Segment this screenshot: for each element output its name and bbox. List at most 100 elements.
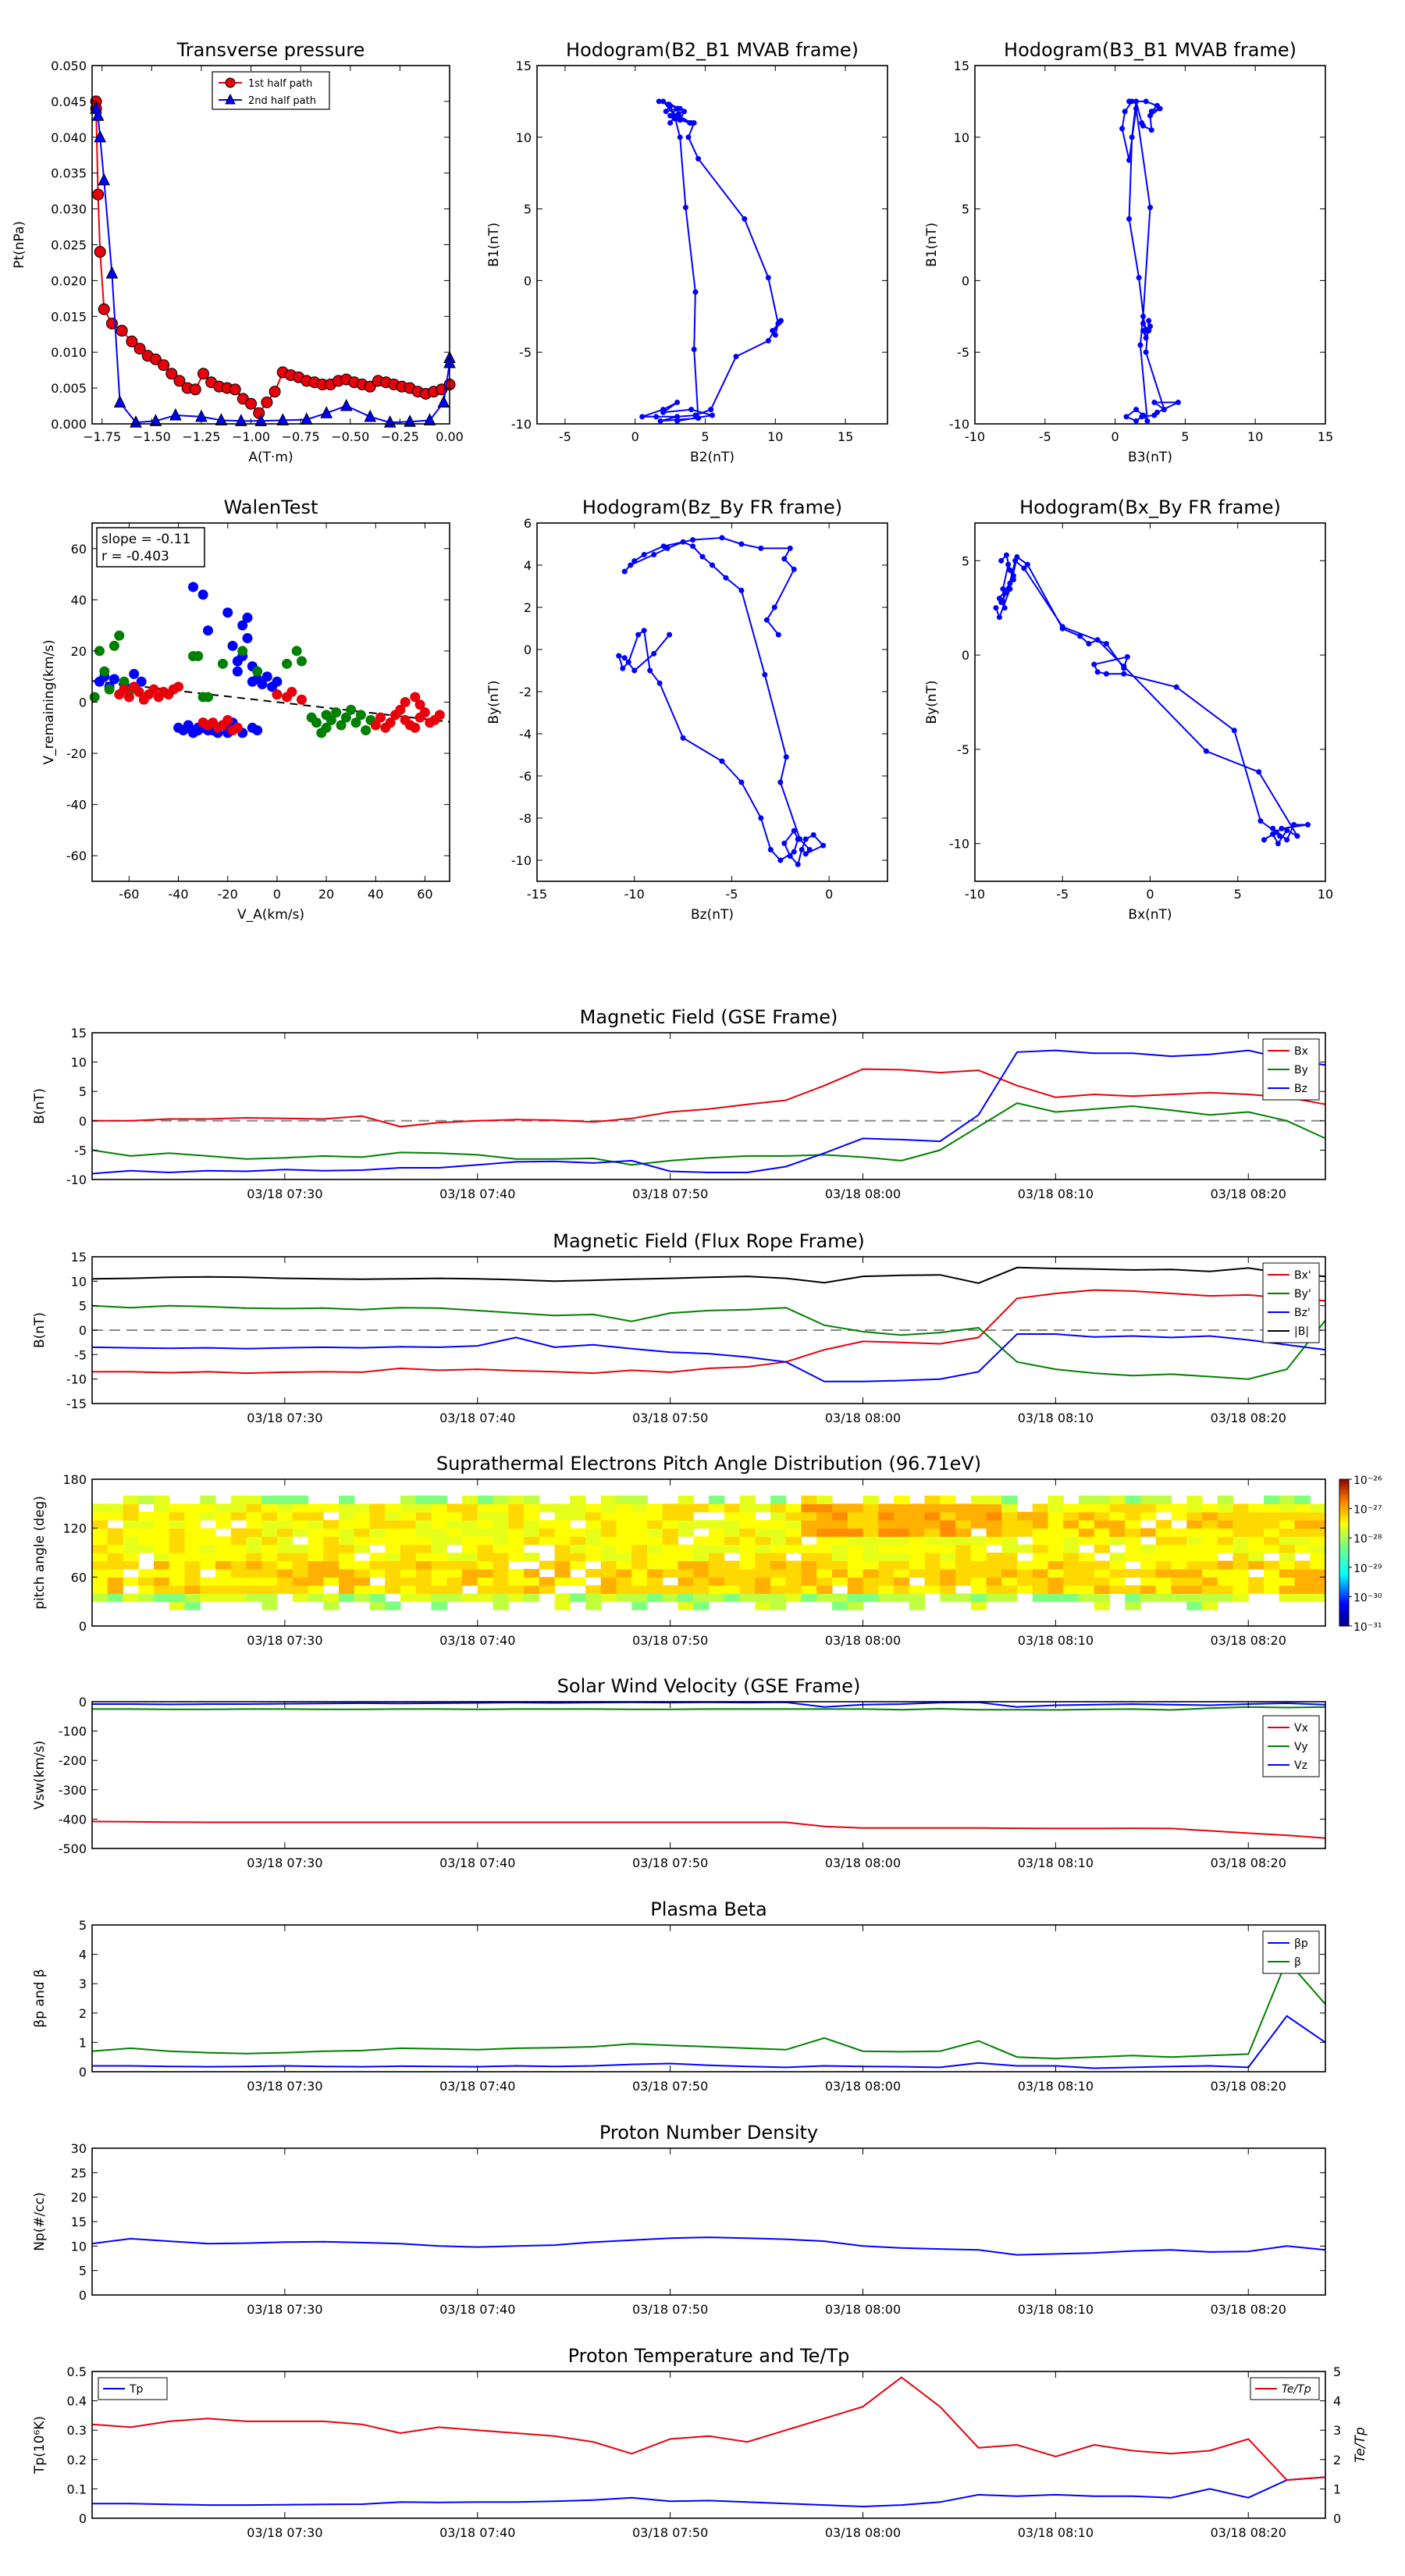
pad-cell: [339, 1553, 355, 1562]
pad-cell: [138, 1593, 155, 1603]
pad-cell: [909, 1511, 926, 1521]
pad-cell: [462, 1568, 478, 1578]
hzy-point: [719, 758, 725, 764]
pad-cell: [369, 1601, 386, 1610]
bfr-ytick-label: -5: [74, 1347, 87, 1362]
pad-cell: [1079, 1568, 1095, 1578]
pad-cell: [107, 1528, 124, 1537]
pad-cell: [1294, 1560, 1311, 1570]
pad-cell: [1140, 1577, 1157, 1586]
walen-point: [237, 646, 248, 656]
pad-cell: [400, 1593, 417, 1603]
hzy-point: [791, 849, 797, 855]
vsw-series-line: [92, 1701, 1326, 1708]
pad-cell: [894, 1585, 910, 1594]
hxy-point: [1010, 573, 1016, 579]
pad-cell: [600, 1593, 617, 1603]
h21-point: [733, 354, 739, 360]
pad-cell: [631, 1544, 648, 1553]
pad-cell: [785, 1503, 802, 1513]
h31-point: [1143, 98, 1149, 105]
pad-cell: [709, 1553, 725, 1562]
pad-cell: [1279, 1495, 1296, 1504]
bfr-xtick-label: 03/18 08:00: [825, 1411, 901, 1425]
pad-cell: [554, 1560, 571, 1570]
pad-cell: [940, 1520, 956, 1529]
hzy-point: [820, 842, 827, 849]
h31-point: [1133, 407, 1140, 413]
pad-cell: [431, 1568, 447, 1578]
pad-cell: [878, 1503, 895, 1513]
pad-cell: [1001, 1544, 1018, 1553]
h21-point: [708, 407, 714, 413]
hxy-point: [1103, 641, 1109, 647]
pad-cell: [154, 1585, 170, 1594]
pt-ytick-label: 0.005: [51, 381, 87, 396]
h31-point: [1139, 119, 1145, 126]
pad-cell: [477, 1553, 494, 1562]
pad-cell: [616, 1503, 632, 1513]
pad-cell: [277, 1520, 293, 1529]
walen-point: [183, 722, 194, 733]
pad-cell: [200, 1495, 216, 1504]
pad-cell: [385, 1553, 401, 1562]
pad-cell: [400, 1560, 417, 1570]
pad-cell: [1264, 1528, 1280, 1537]
pad-cell: [709, 1536, 725, 1546]
walen-point: [242, 633, 253, 644]
hxy-point: [1059, 625, 1065, 632]
hzy-point: [738, 587, 745, 593]
pad-cell: [1017, 1544, 1033, 1553]
pad-cell: [261, 1503, 278, 1513]
vsw-ytick-label: -400: [59, 1812, 87, 1827]
pad-cell: [354, 1593, 371, 1603]
pad-cell: [308, 1585, 324, 1594]
pad-cell: [477, 1520, 494, 1529]
pad-cell: [1017, 1577, 1033, 1586]
bfr-ytick-label: 15: [71, 1250, 87, 1265]
beta-xtick-label: 03/18 07:30: [247, 2079, 322, 2094]
pad-cell: [678, 1560, 694, 1570]
pad-cell: [1264, 1511, 1280, 1521]
hxy-point: [1203, 748, 1209, 754]
pt-ytick-label: 0.030: [51, 202, 87, 217]
vsw-legend-label: Vx: [1294, 1722, 1308, 1735]
pad-cell: [924, 1560, 941, 1570]
hzy-xtick-label: -10: [624, 887, 645, 902]
pad-cell: [1125, 1593, 1141, 1603]
pad-cell: [1048, 1585, 1064, 1594]
pad-cell: [230, 1544, 247, 1553]
pad-cell: [1171, 1553, 1187, 1562]
pad-cell: [323, 1544, 340, 1553]
pad-cell: [631, 1495, 648, 1504]
pad-cell: [400, 1511, 417, 1521]
walen-point: [99, 666, 110, 677]
pad-cell: [1140, 1568, 1157, 1578]
pad-cell: [770, 1536, 787, 1546]
hzy-point: [791, 566, 797, 572]
pad-cell: [847, 1528, 864, 1537]
pad-cell: [1079, 1511, 1095, 1521]
pad-cell: [215, 1544, 232, 1553]
colorbar-label: 10⁻²⁶: [1353, 1475, 1382, 1487]
pad-cell: [415, 1503, 432, 1513]
pad-cell: [1048, 1560, 1064, 1570]
pad-cell: [1155, 1560, 1172, 1570]
pad-cell: [138, 1520, 155, 1529]
pad-cell: [154, 1495, 170, 1504]
tp-legend-label: Te/Tp: [1282, 2383, 1311, 2396]
pad-cell: [1032, 1585, 1049, 1594]
walen-point: [291, 646, 302, 656]
hxy-point: [998, 599, 1005, 605]
pt-point: [229, 383, 241, 396]
pad-ytick-label: 180: [62, 1472, 87, 1487]
np-ylabel: Np(#/cc): [32, 2192, 48, 2250]
pad-cell: [400, 1536, 417, 1546]
pad-cell: [816, 1585, 833, 1594]
walen-point: [272, 689, 283, 700]
pad-cell: [154, 1577, 170, 1586]
pad-cell: [739, 1553, 756, 1562]
pad-cell: [785, 1585, 802, 1594]
pad-cell: [107, 1553, 124, 1562]
vsw-series-line: [92, 1706, 1326, 1711]
